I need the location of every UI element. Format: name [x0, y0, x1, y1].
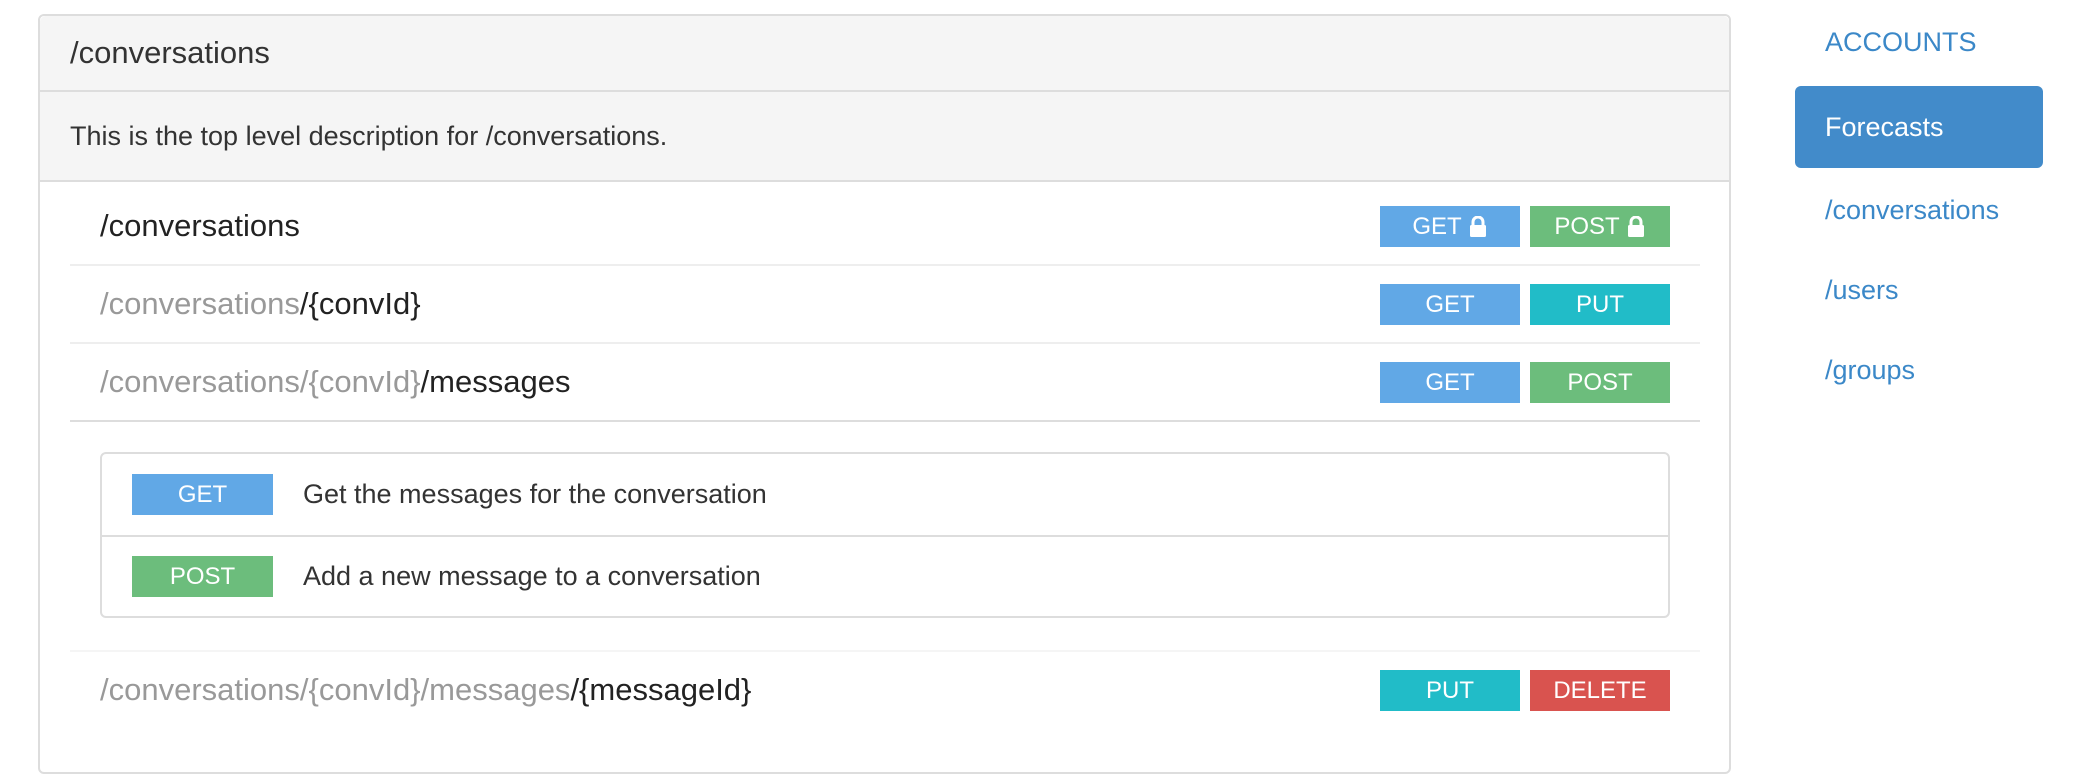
- lock-icon: [1627, 215, 1644, 237]
- get-method-badge[interactable]: GET: [132, 474, 273, 515]
- resource-path[interactable]: /conversations/{convId}/messages/{messag…: [100, 652, 751, 728]
- resource-panel: /conversations This is the top level des…: [38, 14, 1731, 774]
- methods-container: GET Get the messages for the conversatio…: [70, 422, 1700, 652]
- resource-row[interactable]: /conversations/{convId} GET PUT: [70, 266, 1700, 344]
- resource-row[interactable]: /conversations/{convId}/messages/{messag…: [70, 652, 1700, 730]
- resource-row[interactable]: /conversations GET POST: [70, 188, 1700, 266]
- method-row-post[interactable]: POST Add a new message to a conversation: [102, 535, 1668, 616]
- panel-title: /conversations: [40, 16, 1729, 92]
- resource-path[interactable]: /conversations/{convId}: [100, 266, 421, 342]
- badge-label: GET: [1412, 213, 1462, 240]
- post-badge[interactable]: POST: [1530, 362, 1670, 403]
- parent-path: /conversations/{convId}: [100, 364, 421, 399]
- resource-row[interactable]: /conversations/{convId}/messages GET POS…: [70, 344, 1700, 422]
- panel-description: This is the top level description for /c…: [40, 92, 1729, 182]
- nav-item-groups[interactable]: /groups: [1795, 330, 2043, 410]
- nav-item-forecasts[interactable]: Forecasts: [1795, 86, 2043, 168]
- method-badges: GET POST: [1380, 362, 1670, 403]
- parent-path: /conversations: [100, 286, 300, 321]
- method-badges: GET POST: [1380, 206, 1670, 247]
- put-badge[interactable]: PUT: [1380, 670, 1520, 711]
- current-segment: /{convId}: [299, 286, 421, 321]
- method-badges: GET PUT: [1380, 284, 1670, 325]
- nav-item-users[interactable]: /users: [1795, 250, 2043, 330]
- resource-path[interactable]: /conversations: [100, 188, 300, 264]
- nav-item-conversations[interactable]: /conversations: [1795, 170, 2043, 250]
- put-badge[interactable]: PUT: [1530, 284, 1670, 325]
- resource-path[interactable]: /conversations/{convId}/messages: [100, 344, 570, 420]
- current-segment: /{messageId}: [570, 672, 752, 707]
- get-badge[interactable]: GET: [1380, 362, 1520, 403]
- badge-label: POST: [1554, 213, 1620, 240]
- method-description: Add a new message to a conversation: [303, 561, 761, 591]
- resource-list: /conversations GET POST /conversations/{…: [70, 188, 1700, 730]
- method-badges: PUT DELETE: [1380, 670, 1670, 711]
- get-badge[interactable]: GET: [1380, 284, 1520, 325]
- get-badge[interactable]: GET: [1380, 206, 1520, 247]
- side-nav: ACCOUNTS Forecasts /conversations /users…: [1795, 0, 2043, 410]
- delete-badge[interactable]: DELETE: [1530, 670, 1670, 711]
- post-method-badge[interactable]: POST: [132, 556, 273, 597]
- current-segment: /messages: [420, 364, 571, 399]
- post-badge[interactable]: POST: [1530, 206, 1670, 247]
- parent-path: /conversations/{convId}/messages: [100, 672, 571, 707]
- method-description: Get the messages for the conversation: [303, 479, 767, 509]
- nav-accounts[interactable]: ACCOUNTS: [1795, 0, 2043, 84]
- methods-list: GET Get the messages for the conversatio…: [100, 452, 1670, 618]
- lock-icon: [1469, 215, 1486, 237]
- method-row-get[interactable]: GET Get the messages for the conversatio…: [102, 454, 1668, 535]
